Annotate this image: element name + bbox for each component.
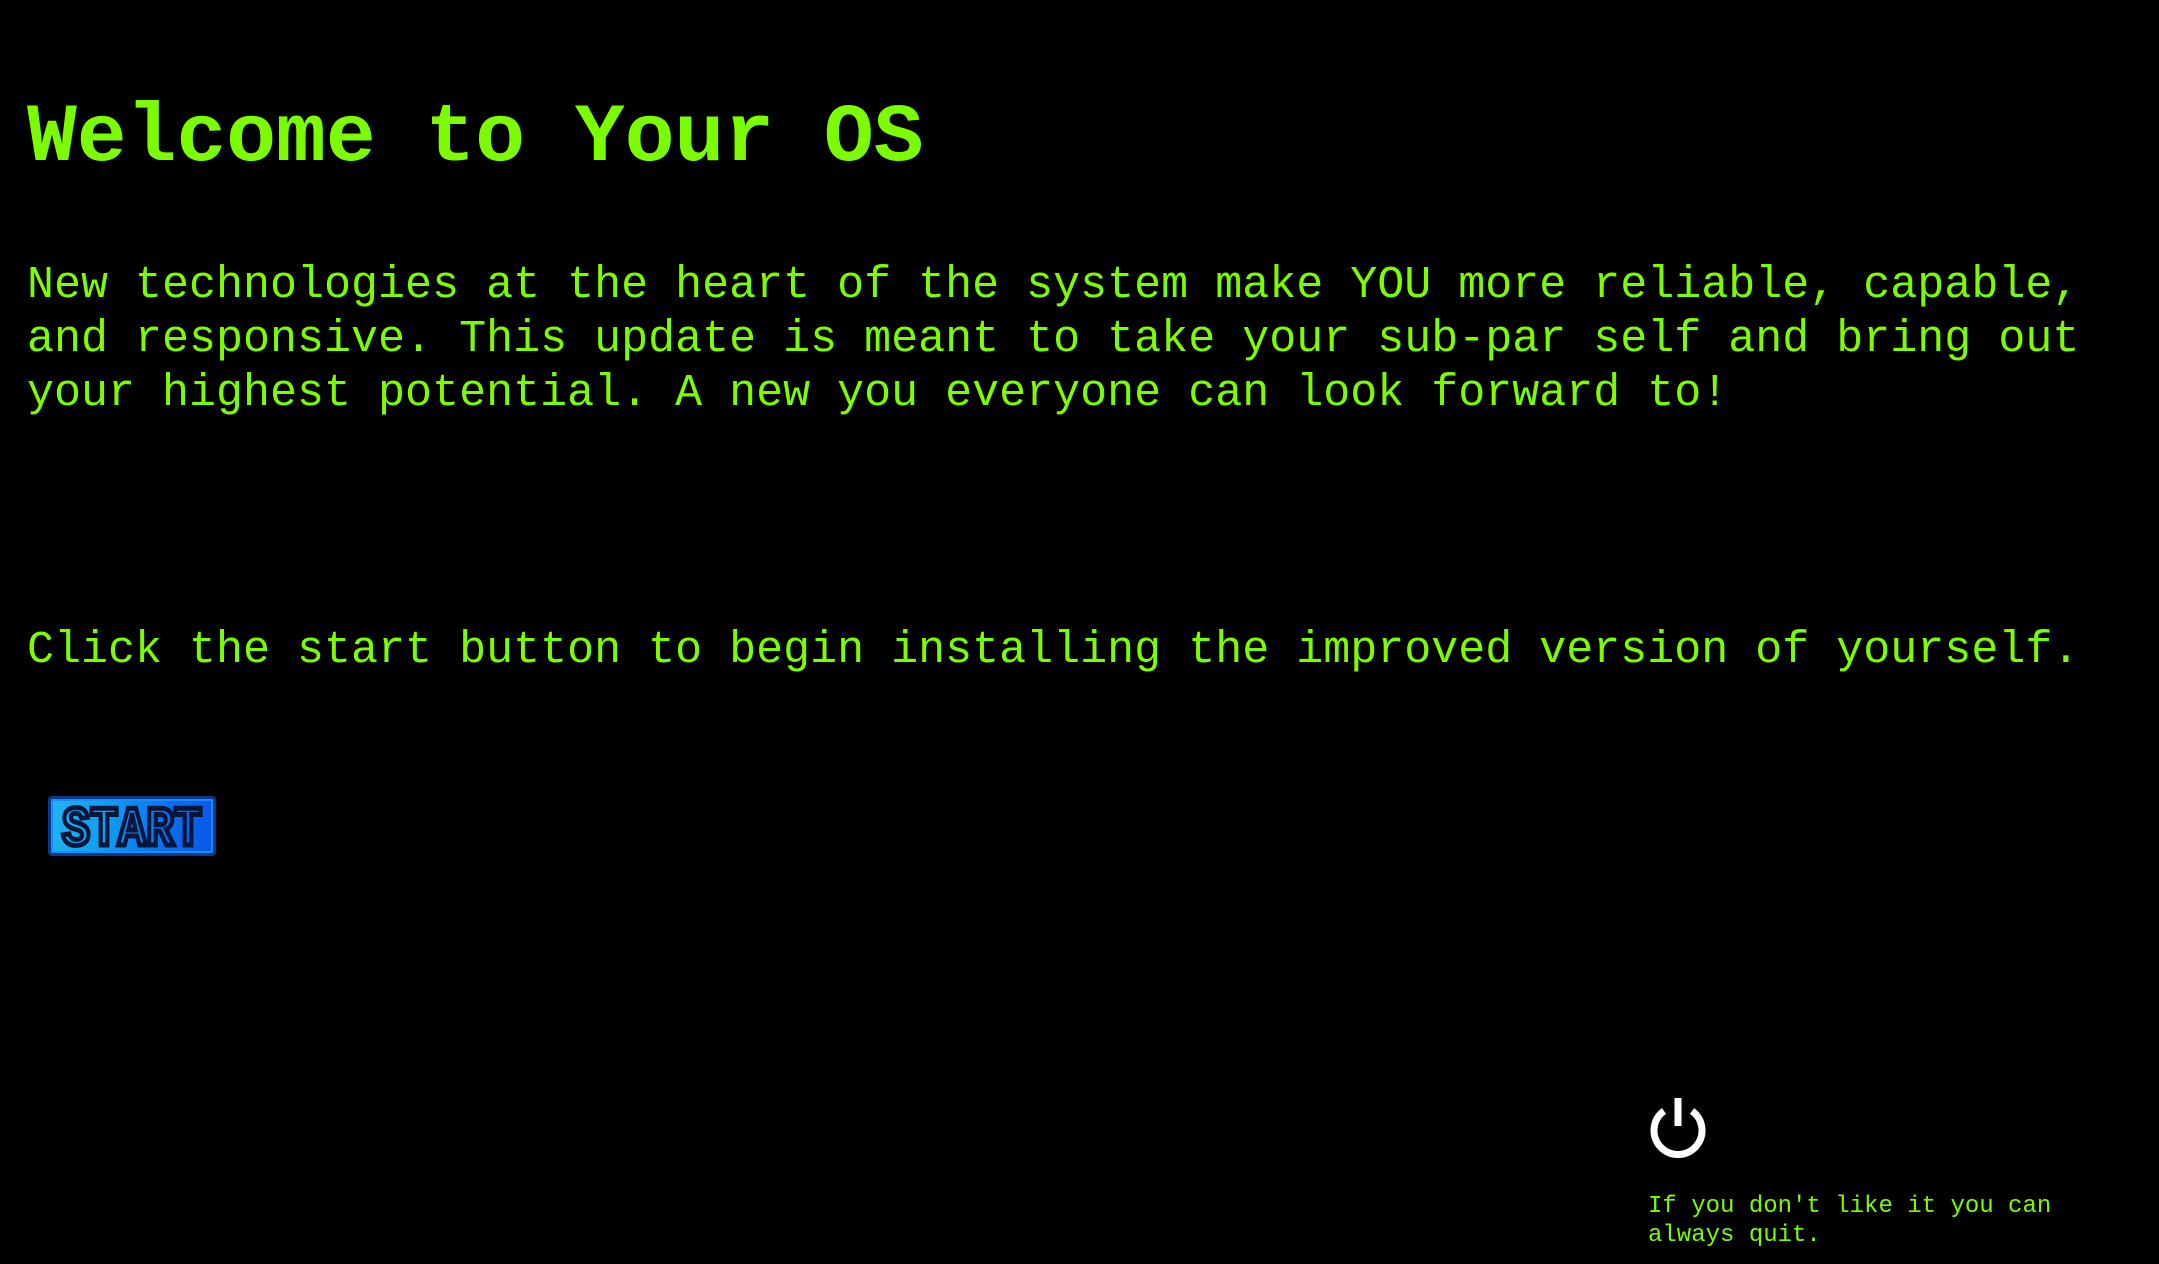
svg-text:START: START	[62, 801, 202, 851]
instruction-text: Click the start button to begin installi…	[27, 625, 2080, 676]
power-icon[interactable]	[1645, 1094, 1711, 1160]
intro-text: New technologies at the heart of the sys…	[27, 260, 2080, 419]
start-button-label: START	[60, 801, 205, 851]
start-button[interactable]: START	[48, 796, 216, 856]
quit-note: If you don't like it you can always quit…	[1648, 1193, 2052, 1249]
page-title: Welcome to Your OS	[27, 91, 924, 185]
